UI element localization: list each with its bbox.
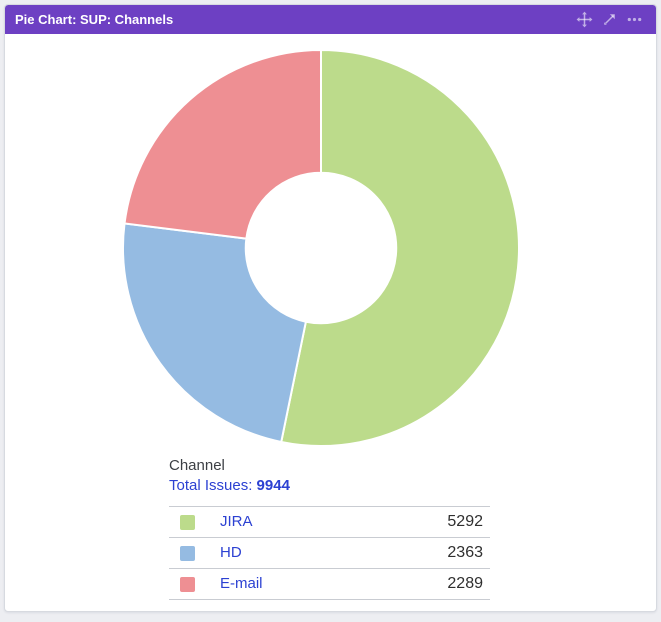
chart-summary: Channel Total Issues: 9944 (169, 456, 656, 496)
more-icon[interactable] (626, 11, 643, 28)
legend-swatch (180, 577, 195, 592)
expand-icon[interactable] (601, 11, 618, 28)
legend-row: HD 2363 (169, 538, 490, 569)
legend-value: 5292 (366, 507, 490, 538)
total-issues-value: 9944 (257, 477, 290, 494)
move-icon[interactable] (576, 11, 593, 28)
legend-row: JIRA 5292 (169, 507, 490, 538)
donut-chart (119, 46, 523, 450)
group-by-label: Channel (169, 456, 656, 476)
pie-slice-e-mail[interactable] (125, 50, 321, 239)
pie-slice-hd[interactable] (123, 223, 306, 442)
legend-value: 2289 (366, 569, 490, 600)
legend-table: JIRA 5292 HD 2363 E-mail 2289 (169, 506, 490, 600)
gadget-header-actions (576, 11, 656, 28)
legend-label-link[interactable]: JIRA (220, 513, 253, 530)
gadget-header: Pie Chart: SUP: Channels (5, 5, 656, 34)
total-issues-label: Total Issues: (169, 477, 252, 494)
gadget-title: Pie Chart: SUP: Channels (5, 12, 173, 27)
legend-row: E-mail 2289 (169, 569, 490, 600)
legend-swatch (180, 546, 195, 561)
legend-value: 2363 (366, 538, 490, 569)
total-issues-line: Total Issues: 9944 (169, 476, 656, 496)
legend-label-link[interactable]: HD (220, 544, 242, 561)
pie-chart-gadget: Pie Chart: SUP: Channels (4, 4, 657, 612)
legend-swatch (180, 515, 195, 530)
legend-label-link[interactable]: E-mail (220, 575, 263, 592)
